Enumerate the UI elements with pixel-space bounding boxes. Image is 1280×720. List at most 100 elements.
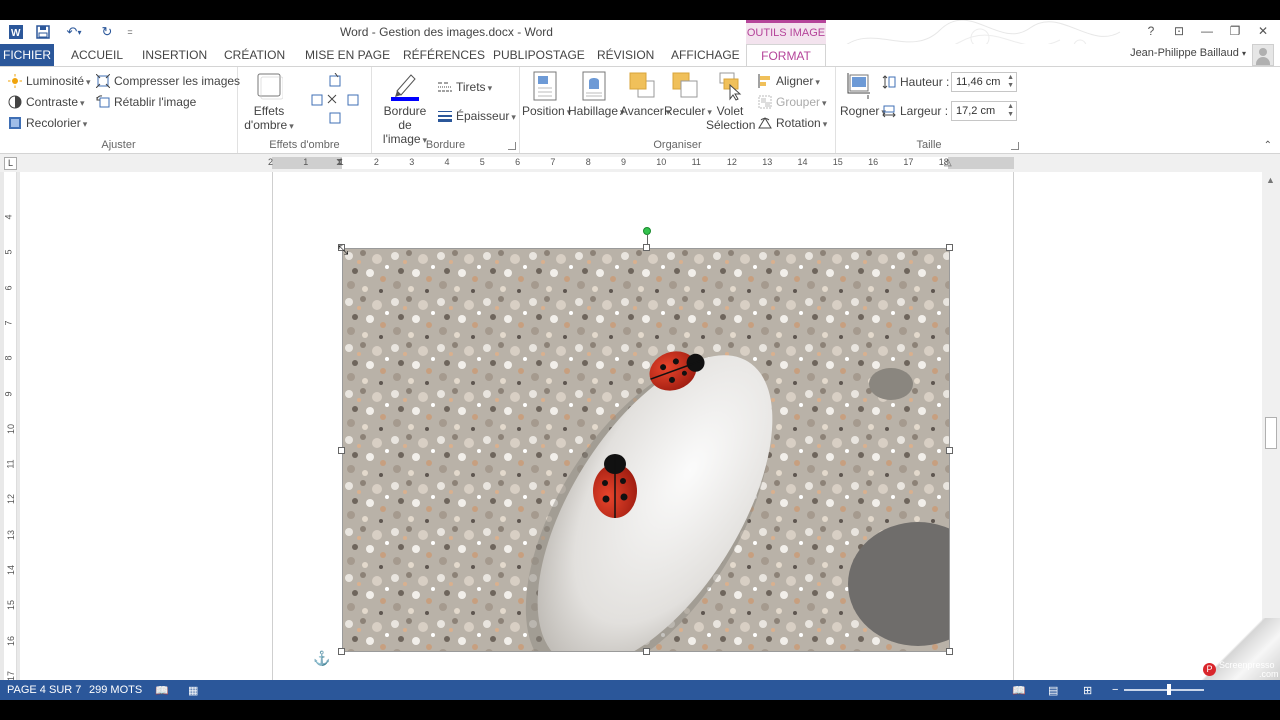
resize-handle-bottom-left[interactable]: [338, 648, 345, 655]
largeur-input[interactable]: 17,2 cm ▲ ▼: [951, 101, 1017, 121]
line-weight-icon: [438, 109, 452, 123]
zoom-slider[interactable]: [1124, 689, 1204, 691]
word-count[interactable]: 299 MOTS: [89, 684, 142, 696]
scrollbar-thumb[interactable]: [1265, 417, 1277, 449]
undo-icon[interactable]: ↶ ▾: [62, 23, 86, 41]
ruler-number: 15: [832, 157, 843, 167]
taille-launcher-icon[interactable]: [1011, 142, 1019, 150]
ruler-number: 8: [3, 355, 14, 361]
habillage-button[interactable]: Habillage: [568, 71, 620, 119]
qat-customize-icon[interactable]: =: [124, 23, 136, 41]
scroll-up-icon[interactable]: ▲: [1266, 175, 1275, 185]
group-label-bordure: Bordure: [425, 139, 466, 151]
document-area: 4 5 6 7 8 9 10 11 12 13 14 15 16 17 ⤡ ⚓: [0, 172, 1262, 680]
minimize-icon[interactable]: —: [1198, 22, 1216, 40]
volet-selection-button[interactable]: Volet Sélection: [706, 71, 755, 132]
selection-pane-icon: [716, 71, 744, 101]
restore-icon[interactable]: ❐: [1226, 22, 1244, 40]
proofing-icon[interactable]: 📖: [155, 684, 169, 697]
effets-ombre-button[interactable]: Effets d'ombre: [242, 71, 296, 133]
largeur-spinner-icon[interactable]: ▲ ▼: [1007, 103, 1014, 119]
grouper-button[interactable]: Grouper: [758, 92, 827, 112]
print-layout-icon[interactable]: ▤: [1048, 684, 1058, 697]
resize-handle-bottom-right[interactable]: [946, 648, 953, 655]
tab-selector[interactable]: L: [4, 157, 17, 170]
ladybugs-photo[interactable]: [342, 248, 950, 652]
rotation-button[interactable]: Rotation: [758, 113, 827, 133]
vertical-scrollbar[interactable]: ▲ ▼: [1262, 172, 1280, 680]
user-name[interactable]: Jean-Philippe Baillaud ▾: [1130, 47, 1246, 59]
group-label-taille: Taille: [916, 139, 942, 151]
ruler-bar: L ⧗ △ 2 1 1 2 3 4 5 6 7 8 9 10 11 12 13 14 15 16 17 18: [0, 154, 1280, 172]
zoom-slider-thumb[interactable]: [1167, 684, 1171, 695]
hauteur-input[interactable]: 11,46 cm ▲ ▼: [951, 72, 1017, 92]
tab-references[interactable]: RÉFÉRENCES: [399, 44, 489, 66]
tab-creation[interactable]: CRÉATION: [220, 44, 289, 66]
recolorier-button[interactable]: Recolorier: [8, 113, 87, 133]
tab-revision[interactable]: RÉVISION: [593, 44, 658, 66]
tirets-button[interactable]: Tirets: [438, 77, 492, 97]
page-count[interactable]: PAGE 4 SUR 7: [7, 684, 81, 696]
redo-icon[interactable]: ↻: [98, 23, 116, 41]
horizontal-ruler[interactable]: ⧗ △ 2 1 1 2 3 4 5 6 7 8 9 10 11 12 13 14 15 16 17 18: [268, 157, 1014, 169]
ruler-number: 8: [585, 157, 591, 167]
width-icon: [882, 104, 896, 118]
bordure-image-button[interactable]: Bordure de l'image: [376, 71, 434, 147]
bordure-launcher-icon[interactable]: [508, 142, 516, 150]
web-layout-icon[interactable]: ⊞: [1083, 684, 1092, 697]
tab-affichage[interactable]: AFFICHAGE: [667, 44, 744, 66]
macro-record-icon[interactable]: ▦: [188, 684, 198, 697]
resize-handle-top-right[interactable]: [946, 244, 953, 251]
tab-mise-en-page[interactable]: MISE EN PAGE: [301, 44, 394, 66]
save-icon[interactable]: [34, 23, 52, 41]
group-bordure: Bordure de l'image Tirets Épaisseur Bord…: [372, 67, 520, 153]
tab-format[interactable]: FORMAT: [746, 44, 826, 67]
ruler-number: 13: [6, 529, 17, 540]
ruler-number: 6: [3, 285, 14, 291]
close-icon[interactable]: ✕: [1254, 22, 1272, 40]
retablir-image-button[interactable]: Rétablir l'image: [96, 92, 196, 112]
zoom-out-icon[interactable]: −: [1112, 684, 1118, 696]
help-icon[interactable]: ?: [1142, 22, 1160, 40]
ribbon-tabs: FICHIER ACCUEIL INSERTION CRÉATION MISE …: [0, 44, 1280, 67]
ruler-number: 1: [338, 157, 344, 167]
contraste-button[interactable]: Contraste: [8, 92, 85, 112]
rogner-button[interactable]: Rogner: [840, 71, 880, 119]
position-button[interactable]: Position: [522, 71, 568, 119]
anchor-icon[interactable]: ⚓: [313, 650, 330, 667]
ruler-number: 15: [6, 600, 17, 611]
vertical-ruler[interactable]: 4 5 6 7 8 9 10 11 12 13 14 15 16 17: [4, 172, 17, 680]
rotation-handle[interactable]: [643, 227, 651, 235]
resize-handle-right[interactable]: [946, 447, 953, 454]
avancer-button[interactable]: Avancer: [620, 71, 664, 119]
tab-publipostage[interactable]: PUBLIPOSTAGE: [489, 44, 589, 66]
read-mode-icon[interactable]: 📖: [1012, 684, 1026, 697]
group-organiser: Position Habillage Avancer Reculer Volet…: [520, 67, 836, 153]
word-logo-icon[interactable]: W: [6, 23, 26, 41]
reculer-button[interactable]: Reculer: [664, 71, 706, 119]
resize-handle-left[interactable]: [338, 447, 345, 454]
window-title: Word - Gestion des images.docx - Word: [340, 25, 553, 39]
compresser-images-button[interactable]: Compresser les images: [95, 71, 240, 91]
avatar[interactable]: [1252, 44, 1274, 66]
luminosite-button[interactable]: Luminosité: [8, 71, 91, 91]
tab-insertion[interactable]: INSERTION: [138, 44, 211, 66]
collapse-ribbon-icon[interactable]: ⌃: [1264, 140, 1272, 151]
tab-accueil[interactable]: ACCUEIL: [67, 44, 127, 66]
hauteur-spinner-icon[interactable]: ▲ ▼: [1007, 74, 1014, 90]
ruler-number: 17: [903, 157, 914, 167]
ribbon-display-icon[interactable]: ⊡: [1170, 22, 1188, 40]
resize-handle-top[interactable]: [643, 244, 650, 251]
ruler-number: 14: [797, 157, 808, 167]
aligner-button[interactable]: Aligner: [758, 71, 820, 91]
ruler-number: 10: [6, 423, 17, 434]
tab-fichier[interactable]: FICHIER: [0, 44, 54, 66]
ribbon: Luminosité Contraste Recolorier Compress…: [0, 66, 1280, 154]
ruler-number: 11: [691, 157, 701, 167]
ruler-number: 1: [303, 157, 309, 167]
epaisseur-button[interactable]: Épaisseur: [438, 106, 516, 126]
resize-handle-bottom[interactable]: [643, 648, 650, 655]
ruler-number: 10: [656, 157, 667, 167]
group-label-organiser: Organiser: [653, 139, 702, 151]
screenpresso-watermark: P Screenpresso .com: [1203, 660, 1280, 680]
